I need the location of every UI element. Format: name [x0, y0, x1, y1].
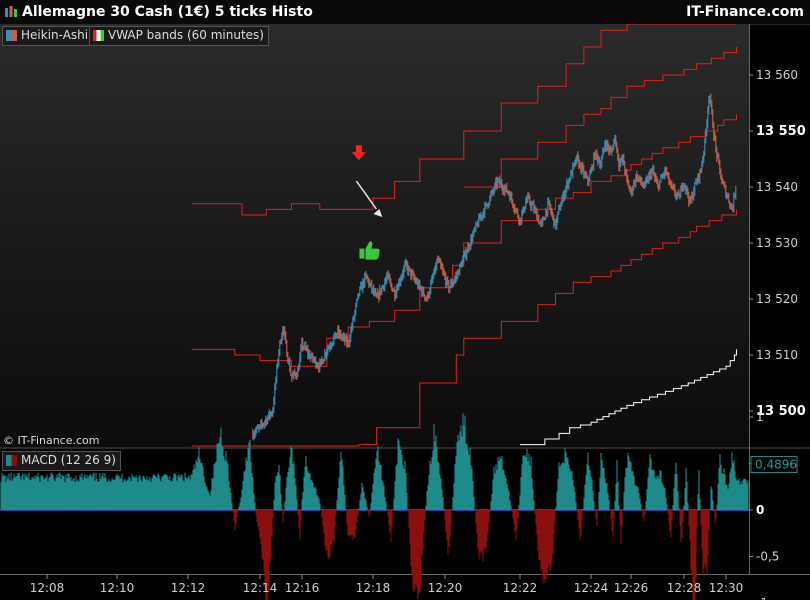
- vwap-bands-swatch-icon: [93, 30, 104, 41]
- macd-tick-label: 1: [756, 410, 764, 424]
- time-tick-label: 12:18: [356, 581, 391, 595]
- macd-tick-label: -1: [756, 596, 768, 600]
- time-tick-label: 12:16: [285, 581, 320, 595]
- macd-current-value: 0,4896: [755, 457, 797, 471]
- price-tick-label: 13 530: [756, 236, 798, 250]
- macd-tick-label: 0: [756, 503, 764, 517]
- legend-vwap-bands[interactable]: VWAP bands (60 minutes): [89, 26, 269, 46]
- title-bar: Allemagne 30 Cash (1€) 5 ticks Histo IT-…: [0, 0, 810, 25]
- price-panel-background: [0, 24, 749, 447]
- price-tick-label: 13 520: [756, 292, 798, 306]
- brand-label: IT-Finance.com: [686, 4, 804, 20]
- time-tick-label: 12:20: [428, 581, 463, 595]
- macd-swatch-icon: [6, 455, 17, 466]
- macd-tick-label: -0,5: [756, 550, 779, 564]
- time-tick-label: 12:26: [614, 581, 649, 595]
- heikin-ashi-swatch-icon: [6, 30, 17, 41]
- macd-y-axis: 10,50-0,5-10,4896: [749, 410, 798, 600]
- copyright-label: © IT-Finance.com: [3, 434, 100, 447]
- chart-title: Allemagne 30 Cash (1€) 5 ticks Histo: [22, 4, 313, 20]
- time-tick-label: 12:14: [243, 581, 278, 595]
- candlestick-icon: [5, 6, 17, 17]
- time-tick-label: 12:10: [100, 581, 135, 595]
- chart-canvas: 13 50013 51013 52013 53013 54013 55013 5…: [0, 24, 810, 600]
- legend-macd[interactable]: MACD (12 26 9): [2, 451, 121, 471]
- thumbs-up-cuff: [359, 248, 365, 259]
- price-tick-label: 13 550: [756, 124, 806, 139]
- price-y-axis: 13 50013 51013 52013 53013 54013 55013 5…: [749, 68, 806, 419]
- price-tick-label: 13 540: [756, 180, 798, 194]
- price-tick-label: 13 510: [756, 348, 798, 362]
- time-tick-label: 12:12: [171, 581, 206, 595]
- legend-heikin-ashi[interactable]: Heikin-Ashi: [2, 26, 94, 46]
- chart-window: Allemagne 30 Cash (1€) 5 ticks Histo IT-…: [0, 0, 810, 600]
- legend-heikin-ashi-label: Heikin-Ashi: [21, 28, 89, 42]
- legend-macd-label: MACD (12 26 9): [21, 453, 116, 467]
- legend-vwap-bands-label: VWAP bands (60 minutes): [108, 28, 264, 42]
- time-x-axis: 12:08 12:10 12:12 12:14 12:16 12:18 12:20 12:22…: [30, 574, 744, 595]
- price-tick-label: 13 560: [756, 68, 798, 82]
- time-tick-label: 12:22: [503, 581, 538, 595]
- time-tick-label: 12:24: [574, 581, 609, 595]
- time-tick-label: 12:28: [667, 581, 702, 595]
- time-tick-label: 12:30: [709, 581, 744, 595]
- time-tick-label: 12:08: [30, 581, 65, 595]
